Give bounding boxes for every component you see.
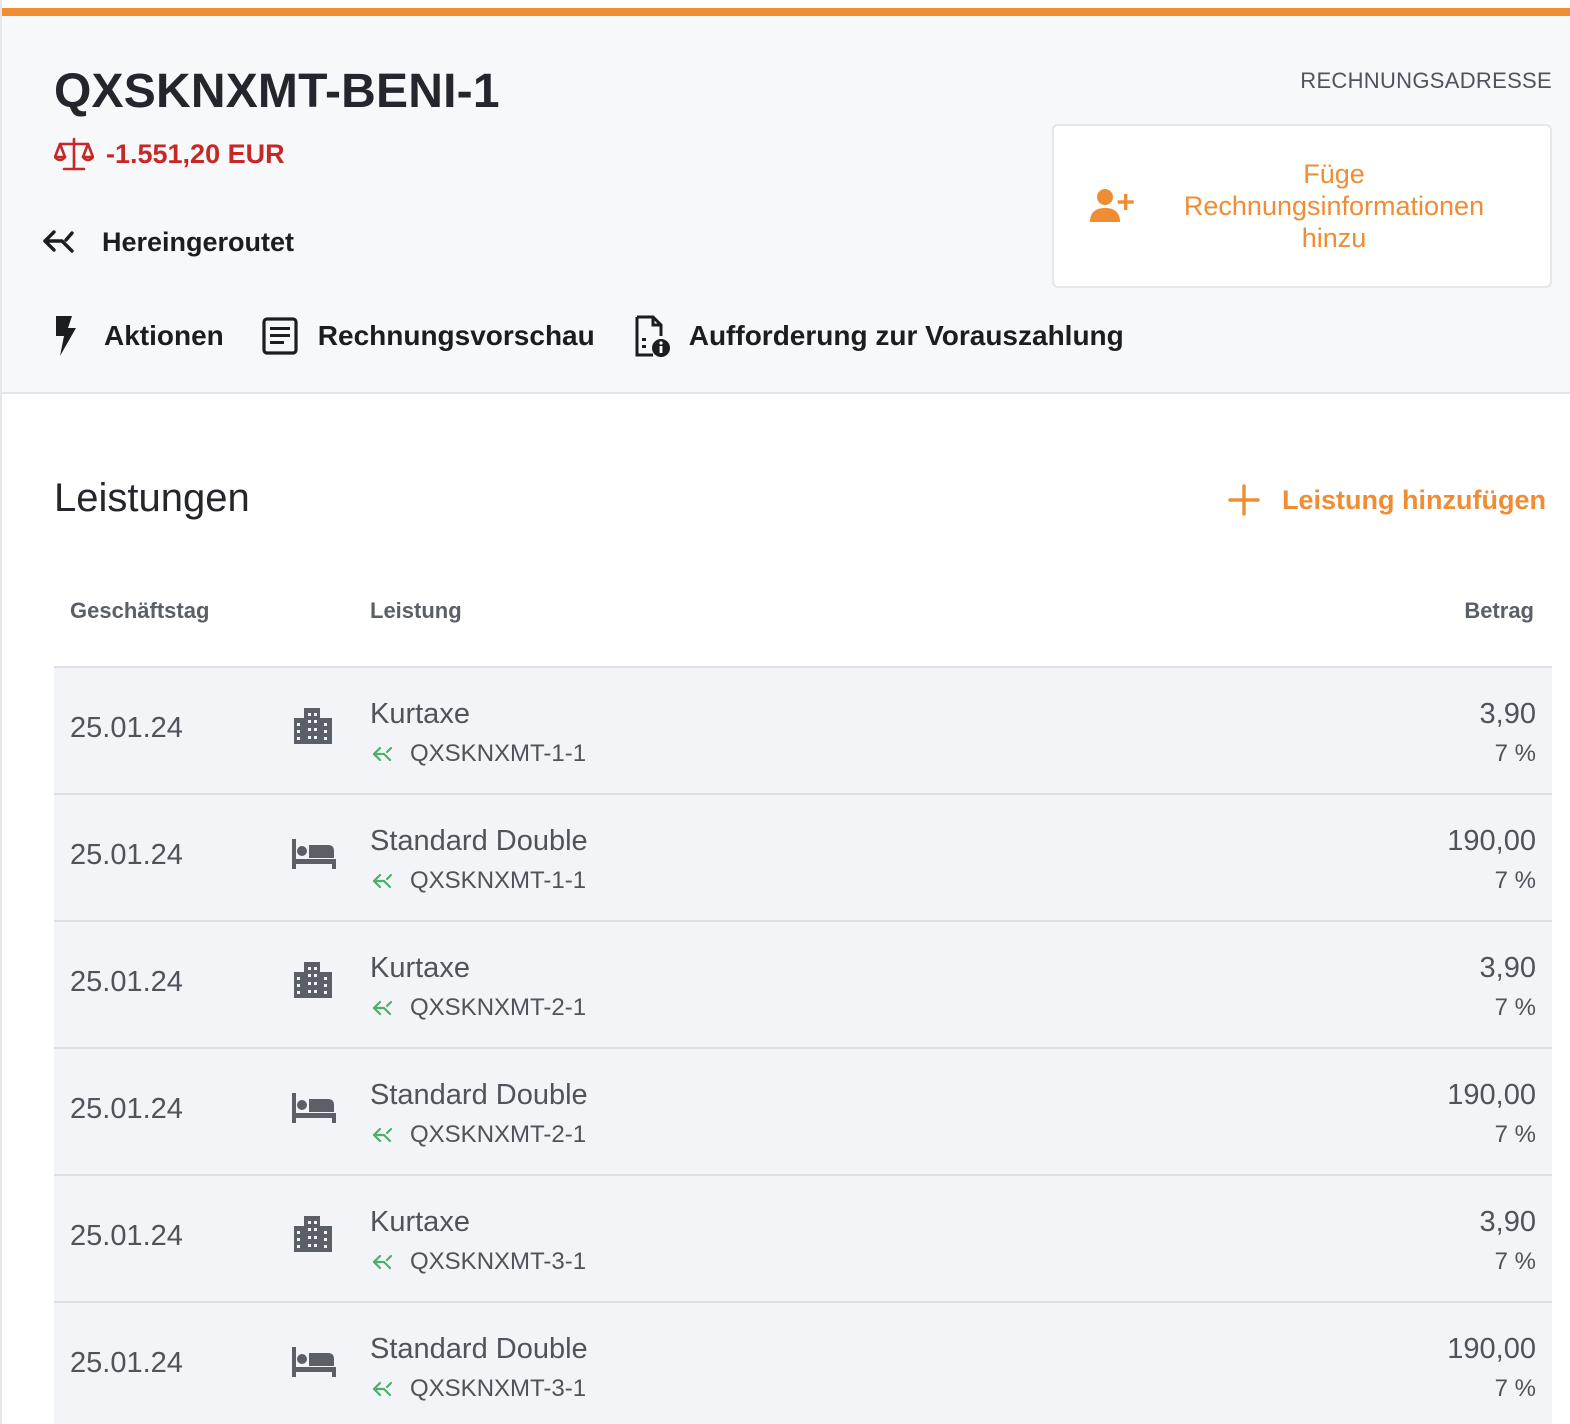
add-service-button[interactable]: Leistung hinzufügen	[1228, 484, 1546, 516]
service-amount: 3,90	[1479, 698, 1536, 730]
service-amount: 190,00	[1447, 825, 1536, 857]
folio-title: QXSKNXMT-BENI-1	[54, 65, 500, 118]
folio-header: QXSKNXMT-BENI-1 -1.551,20 EUR Hereingero…	[2, 16, 1570, 394]
bed-icon	[292, 1347, 336, 1377]
service-route-label: QXSKNXMT-3-1	[410, 1248, 587, 1275]
routed-in-icon	[372, 1381, 393, 1397]
service-date: 25.01.24	[70, 966, 183, 998]
service-name: Kurtaxe	[370, 952, 470, 984]
service-route: QXSKNXMT-1-1	[372, 740, 586, 768]
service-date: 25.01.24	[70, 839, 183, 871]
routed-in-icon	[372, 873, 393, 889]
table-row[interactable]: 25.01.24 Standard Double QXSKNXMT-1-1 19…	[54, 795, 1552, 922]
column-header-amount[interactable]: Betrag	[1464, 598, 1534, 624]
service-vat: 7 %	[1494, 1121, 1536, 1148]
table-row[interactable]: 25.01.24 Kurtaxe	[54, 922, 1552, 1049]
prepayment-request-label: Aufforderung zur Vorauszahlung	[688, 320, 1124, 351]
service-vat: 7 %	[1494, 867, 1536, 894]
routed-in-icon	[372, 1000, 393, 1016]
table-row[interactable]: 25.01.24 Standard Double QXSKNXMT-3-1 19…	[54, 1303, 1552, 1424]
routed-in-icon	[372, 746, 393, 762]
actions-button[interactable]: Aktionen	[46, 314, 224, 358]
bolt-icon	[56, 316, 76, 356]
actions-label: Aktionen	[104, 320, 224, 351]
column-header-date[interactable]: Geschäftstag	[70, 598, 209, 624]
city-icon	[294, 962, 332, 998]
city-icon	[294, 708, 332, 744]
document-info-icon	[635, 315, 670, 357]
service-vat: 7 %	[1494, 1375, 1536, 1402]
bed-icon	[292, 1093, 336, 1123]
add-billing-info-label: Füge Rechnungsinformationen hinzu	[1183, 159, 1485, 253]
service-route: QXSKNXMT-2-1	[372, 1121, 586, 1149]
service-name: Kurtaxe	[370, 1206, 470, 1238]
routed-in-icon	[43, 230, 74, 253]
folio-page: QXSKNXMT-BENI-1 -1.551,20 EUR Hereingero…	[0, 0, 1570, 1424]
service-route: QXSKNXMT-3-1	[372, 1248, 586, 1276]
service-route-label: QXSKNXMT-3-1	[410, 1375, 587, 1402]
service-name: Standard Double	[370, 1333, 588, 1365]
service-name: Standard Double	[370, 825, 588, 857]
routed-in-icon	[372, 1127, 393, 1143]
folio-balance: -1.551,20 EUR	[54, 136, 285, 172]
service-vat: 7 %	[1494, 1248, 1536, 1275]
service-amount: 190,00	[1447, 1079, 1536, 1111]
service-route: QXSKNXMT-2-1	[372, 994, 586, 1022]
add-person-icon	[1090, 189, 1134, 222]
routed-info[interactable]: Hereingeroutet	[42, 226, 294, 258]
service-route-label: QXSKNXMT-2-1	[410, 994, 587, 1021]
invoice-preview-label: Rechnungsvorschau	[317, 320, 595, 351]
folio-actions: Aktionen Rechnungsvorschau Aufforderung …	[46, 314, 1160, 358]
service-route-label: QXSKNXMT-2-1	[410, 1121, 587, 1148]
balance-amount: -1.551,20 EUR	[106, 138, 285, 169]
service-route: QXSKNXMT-1-1	[372, 867, 586, 895]
services-table: 25.01.24 Kurtaxe QXSKNXMT-1-1 3,90 7 % 2…	[54, 668, 1552, 1424]
service-route: QXSKNXMT-3-1	[372, 1375, 586, 1403]
service-name: Standard Double	[370, 1079, 588, 1111]
service-route-label: QXSKNXMT-1-1	[410, 867, 587, 894]
column-header-service[interactable]: Leistung	[370, 598, 462, 624]
service-date: 25.01.24	[70, 1220, 183, 1252]
routed-label: Hereingeroutet	[102, 226, 295, 257]
services-title: Leistungen	[54, 476, 250, 520]
scale-icon	[54, 137, 94, 171]
prepayment-request-button[interactable]: Aufforderung zur Vorauszahlung	[631, 314, 1124, 358]
bed-icon	[292, 839, 336, 869]
routed-in-icon	[372, 1254, 393, 1270]
table-row[interactable]: 25.01.24 Standard Double QXSKNXMT-2-1 19…	[54, 1049, 1552, 1176]
service-name: Kurtaxe	[370, 698, 470, 730]
plus-icon	[1228, 484, 1260, 516]
service-amount: 3,90	[1479, 1206, 1536, 1238]
service-route-label: QXSKNXMT-1-1	[410, 740, 587, 767]
document-list-icon	[262, 317, 298, 355]
top-accent-bar	[2, 8, 1570, 16]
invoice-preview-button[interactable]: Rechnungsvorschau	[260, 314, 595, 358]
add-billing-info-button[interactable]: Füge Rechnungsinformationen hinzu	[1052, 124, 1552, 288]
table-row[interactable]: 25.01.24 Kurtaxe	[54, 1176, 1552, 1303]
service-amount: 3,90	[1479, 952, 1536, 984]
city-icon	[294, 1216, 332, 1252]
service-vat: 7 %	[1494, 994, 1536, 1021]
service-amount: 190,00	[1447, 1333, 1536, 1365]
add-service-label: Leistung hinzufügen	[1282, 484, 1546, 515]
billing-address-label: RECHNUNGSADRESSE	[1300, 68, 1552, 93]
service-date: 25.01.24	[70, 1347, 183, 1379]
service-vat: 7 %	[1494, 740, 1536, 767]
service-date: 25.01.24	[70, 712, 183, 744]
table-row[interactable]: 25.01.24 Kurtaxe	[54, 668, 1552, 795]
service-date: 25.01.24	[70, 1093, 183, 1125]
